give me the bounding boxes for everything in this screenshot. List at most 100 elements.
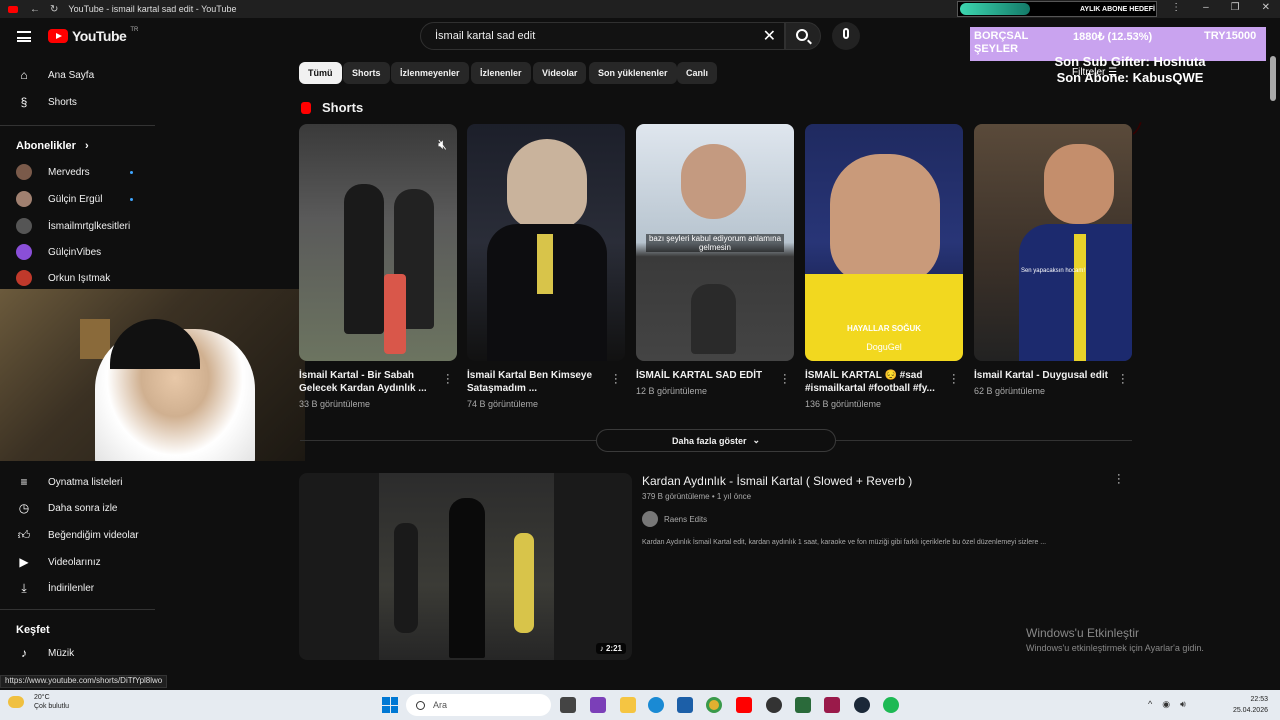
- more-vert-icon[interactable]: · · ·: [614, 370, 618, 389]
- short-title[interactable]: İSMAİL KARTAL SAD EDİT: [636, 369, 771, 382]
- restore-icon[interactable]: ❐: [1231, 2, 1240, 13]
- weather-condition: Çok bulutlu: [34, 703, 70, 710]
- short-card[interactable]: bazı şeyleri kabul ediyorum anlamına gel…: [636, 124, 794, 396]
- filters-label: Filtreler: [1072, 67, 1106, 78]
- short-thumbnail[interactable]: 🔇︎: [299, 124, 457, 361]
- more-vert-icon[interactable]: · · ·: [1117, 470, 1121, 489]
- search-icon: [416, 700, 425, 710]
- filters-button[interactable]: Filtreler ☰: [1072, 67, 1117, 78]
- channel-avatar[interactable]: [642, 511, 658, 527]
- volume-icon[interactable]: 🔊︎: [1180, 699, 1186, 710]
- short-card[interactable]: HAYALLAR SOĞUK DoguGel İSMAİL KARTAL 😔 #…: [805, 124, 963, 409]
- back-arrow-icon[interactable]: ←: [30, 4, 40, 15]
- sidebar-item-subscription[interactable]: GülçinVibes: [0, 239, 155, 265]
- shorts-heading: Shorts: [322, 100, 364, 115]
- tab-title[interactable]: YouTube - ismail kartal sad edit - YouTu…: [68, 4, 236, 14]
- clear-search-icon[interactable]: ✕: [763, 26, 776, 46]
- cloud-sun-icon: [8, 696, 24, 708]
- sidebar-item-subscription[interactable]: Gülçin Ergül: [0, 186, 155, 212]
- figure-shape: [449, 498, 485, 658]
- chip-shorts[interactable]: Shorts: [343, 62, 390, 84]
- more-icon[interactable]: ⋮: [1171, 2, 1181, 13]
- steam-icon[interactable]: [854, 697, 870, 713]
- figure-shape: [344, 184, 384, 334]
- app-icon[interactable]: [795, 697, 811, 713]
- subscriptions-heading[interactable]: Abonelikler ›: [16, 140, 89, 152]
- short-thumbnail[interactable]: [467, 124, 625, 361]
- obs-icon[interactable]: [766, 697, 782, 713]
- home-icon: ⌂: [20, 68, 28, 82]
- short-card[interactable]: 🔇︎ İsmail Kartal - Bir Sabah Gelecek Kar…: [299, 124, 457, 409]
- windows-start-icon[interactable]: [382, 697, 398, 713]
- short-title[interactable]: İsmail Kartal - Duygusal edit: [974, 369, 1109, 382]
- sidebar-item-home[interactable]: ⌂ Ana Sayfa: [0, 62, 155, 88]
- app-icon[interactable]: [590, 697, 606, 713]
- taskbar-clock[interactable]: 22:53 25.04.2026: [1228, 694, 1268, 716]
- youtube-app-icon[interactable]: [736, 697, 752, 713]
- video-thumbnail[interactable]: ♪ 2:21: [299, 473, 632, 660]
- browser-nav: ← ↻: [30, 4, 58, 15]
- chip-watched[interactable]: İzlenenler: [471, 62, 531, 84]
- more-vert-icon[interactable]: · · ·: [1121, 370, 1125, 389]
- shorts-icon: §: [20, 95, 28, 109]
- short-title[interactable]: İsmail Kartal Ben Kimseye Sataşmadım ...: [467, 369, 602, 395]
- show-more-button[interactable]: Daha fazla göster ⌄: [596, 429, 836, 452]
- chevron-up-icon[interactable]: ^: [1148, 699, 1152, 710]
- edge-icon[interactable]: [648, 697, 664, 713]
- chip-recent[interactable]: Son yüklenenler: [589, 62, 677, 84]
- clock-time: 22:53: [1250, 696, 1268, 703]
- microphone-icon: [843, 28, 849, 39]
- reload-icon[interactable]: ↻: [50, 4, 58, 15]
- voice-search-button[interactable]: [832, 22, 860, 50]
- more-vert-icon[interactable]: · · ·: [952, 370, 956, 389]
- app-icon[interactable]: [824, 697, 840, 713]
- spotify-icon[interactable]: [883, 697, 899, 713]
- window-controls: ⋮ – ❐ ✕: [1171, 2, 1270, 13]
- more-vert-icon[interactable]: · · ·: [446, 370, 450, 389]
- face-shape: [1044, 144, 1114, 224]
- close-icon[interactable]: ✕: [1262, 2, 1270, 13]
- sidebar-item-playlists[interactable]: ≡ Oynatma listeleri: [0, 469, 155, 495]
- short-title[interactable]: İSMAİL KARTAL 😔 #sad #ismailkartal #foot…: [805, 369, 940, 395]
- task-view-icon[interactable]: [560, 697, 576, 713]
- more-vert-icon[interactable]: · · ·: [783, 370, 787, 389]
- chrome-icon[interactable]: [706, 697, 722, 713]
- menu-icon[interactable]: [17, 31, 31, 42]
- chip-videos[interactable]: Videolar: [533, 62, 587, 84]
- page-scrollbar[interactable]: [1270, 56, 1276, 101]
- short-thumbnail[interactable]: Sen yapacaksın hocam!: [974, 124, 1132, 361]
- clock-icon: ◷: [18, 501, 30, 515]
- network-icon[interactable]: ◉: [1162, 699, 1170, 710]
- sidebar-item-your-videos[interactable]: ▶ Videolarınız: [0, 549, 155, 575]
- sidebar-item-subscription[interactable]: Orkun Işıtmak: [0, 265, 155, 291]
- short-card[interactable]: İsmail Kartal Ben Kimseye Sataşmadım ...…: [467, 124, 625, 409]
- taskbar-search[interactable]: Ara: [406, 694, 551, 716]
- sidebar-item-liked[interactable]: 👍︎ Beğendiğim videolar: [0, 522, 155, 548]
- minimize-icon[interactable]: –: [1203, 2, 1209, 13]
- chip-all[interactable]: Tümü: [299, 62, 342, 84]
- divider: [0, 609, 155, 610]
- sidebar-item-subscription[interactable]: Mervedrs: [0, 159, 155, 185]
- sidebar-item-music[interactable]: ♪ Müzik: [0, 640, 155, 666]
- search-button[interactable]: [785, 22, 821, 50]
- logo-text: YouTube: [72, 28, 127, 44]
- youtube-logo[interactable]: YouTube TR: [48, 27, 138, 44]
- short-title[interactable]: İsmail Kartal - Bir Sabah Gelecek Kardan…: [299, 369, 434, 395]
- channel-name[interactable]: Raens Edits: [664, 515, 707, 524]
- short-thumbnail[interactable]: bazı şeyleri kabul ediyorum anlamına gel…: [636, 124, 794, 361]
- mute-icon[interactable]: 🔇︎: [438, 136, 447, 153]
- search-input[interactable]: İsmail kartal sad edit ✕: [420, 22, 785, 50]
- channel-link[interactable]: Raens Edits: [642, 511, 707, 527]
- file-explorer-icon[interactable]: [620, 697, 636, 713]
- sidebar-item-watch-later[interactable]: ◷ Daha sonra izle: [0, 495, 155, 521]
- chip-unwatched[interactable]: İzlenmeyenler: [391, 62, 469, 84]
- sidebar-item-subscription[interactable]: İsmailmrtglkesitleri: [0, 213, 155, 239]
- store-icon[interactable]: [677, 697, 693, 713]
- weather-widget[interactable]: 20°C Çok bulutlu: [8, 693, 69, 711]
- video-title[interactable]: Kardan Aydınlık - İsmail Kartal ( Slowed…: [642, 474, 912, 488]
- sidebar-item-downloads[interactable]: ⤓ İndirilenler: [0, 575, 155, 601]
- sidebar-item-shorts[interactable]: § Shorts: [0, 89, 155, 115]
- short-card[interactable]: Sen yapacaksın hocam! İsmail Kartal - Du…: [974, 124, 1132, 396]
- chip-live[interactable]: Canlı: [677, 62, 718, 84]
- short-thumbnail[interactable]: HAYALLAR SOĞUK DoguGel: [805, 124, 963, 361]
